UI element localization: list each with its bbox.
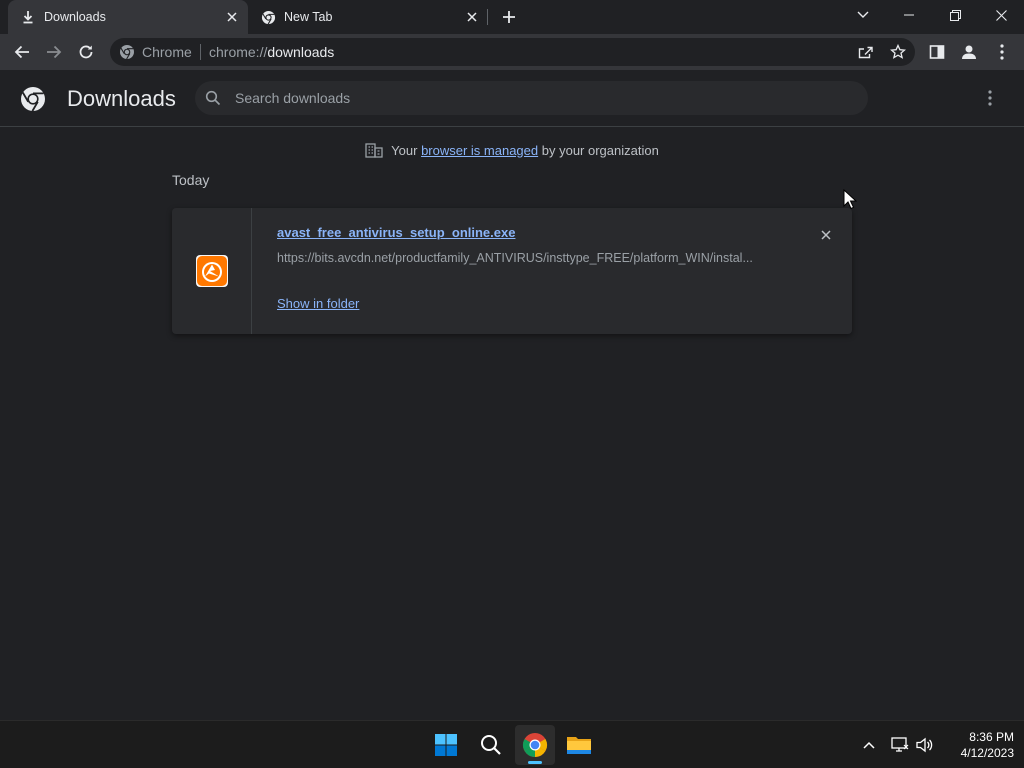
downloads-more-actions-button[interactable] bbox=[980, 88, 1000, 108]
kebab-menu-icon bbox=[988, 90, 992, 106]
managed-notice: Your browser is managed by your organiza… bbox=[0, 140, 1024, 160]
system-clock[interactable]: 8:36 PM 4/12/2023 bbox=[940, 729, 1014, 761]
chevron-down-icon bbox=[857, 11, 869, 18]
show-in-folder-link[interactable]: Show in folder bbox=[277, 296, 359, 311]
arrow-left-icon bbox=[14, 45, 29, 59]
search-icon bbox=[205, 90, 221, 106]
download-icon bbox=[20, 9, 36, 25]
star-icon bbox=[890, 44, 906, 59]
reload-icon bbox=[79, 45, 93, 59]
file-icon-column bbox=[172, 208, 252, 334]
close-tab-icon[interactable] bbox=[224, 9, 240, 25]
new-tab-button[interactable] bbox=[498, 6, 520, 28]
site-chip: Chrome bbox=[142, 44, 192, 60]
volume-button[interactable] bbox=[913, 733, 937, 757]
windows-start-button[interactable] bbox=[426, 725, 466, 765]
taskbar-search-button[interactable] bbox=[471, 725, 511, 765]
file-explorer-icon bbox=[567, 737, 591, 754]
active-app-indicator bbox=[528, 761, 542, 764]
building-icon bbox=[365, 143, 383, 158]
url-text: chrome://downloads bbox=[209, 44, 334, 60]
chrome-menu-button[interactable] bbox=[988, 38, 1016, 66]
restore-icon bbox=[949, 9, 961, 21]
managed-suffix: by your organization bbox=[541, 142, 659, 158]
kebab-menu-icon bbox=[1000, 44, 1004, 60]
taskbar-file-explorer-button[interactable] bbox=[559, 725, 599, 765]
chevron-up-icon bbox=[863, 741, 875, 749]
date-heading: Today bbox=[172, 172, 210, 188]
download-item: avast_free_antivirus_setup_online.exe ht… bbox=[172, 208, 852, 334]
share-icon bbox=[858, 46, 873, 59]
windows-taskbar: 8:36 PM 4/12/2023 bbox=[0, 720, 1024, 768]
close-window-button[interactable] bbox=[978, 0, 1024, 30]
tab-search-button[interactable] bbox=[840, 0, 886, 30]
clock-date: 4/12/2023 bbox=[960, 746, 1014, 760]
share-button[interactable] bbox=[856, 42, 876, 62]
search-box[interactable] bbox=[195, 81, 868, 115]
managed-prefix: Your bbox=[391, 142, 418, 158]
network-status-button[interactable] bbox=[888, 733, 912, 757]
managed-text: Your browser is managed by your organiza… bbox=[391, 143, 659, 158]
tab-strip: Downloads New Tab bbox=[0, 0, 1024, 34]
clock-time: 8:36 PM bbox=[969, 730, 1014, 744]
tab-title: Downloads bbox=[44, 10, 106, 24]
address-bar[interactable]: Chrome chrome://downloads bbox=[110, 38, 915, 66]
remove-from-list-button[interactable] bbox=[816, 225, 836, 245]
url-scheme: chrome:// bbox=[209, 44, 268, 60]
chrome-icon bbox=[260, 9, 276, 25]
close-icon bbox=[821, 230, 831, 240]
side-panel-icon bbox=[929, 45, 945, 59]
tab-new-tab[interactable]: New Tab bbox=[248, 0, 488, 34]
avast-icon bbox=[196, 255, 228, 287]
tab-title: New Tab bbox=[284, 10, 333, 24]
windows-start-icon bbox=[435, 734, 457, 756]
bookmark-button[interactable] bbox=[888, 42, 908, 62]
speaker-icon bbox=[916, 737, 933, 753]
page-title: Downloads bbox=[67, 86, 176, 111]
omnibox-divider bbox=[200, 44, 201, 60]
tab-separator bbox=[487, 9, 488, 25]
taskbar-chrome-button[interactable] bbox=[515, 725, 555, 765]
restore-button[interactable] bbox=[932, 0, 978, 30]
plus-icon bbox=[503, 11, 515, 23]
download-source-url: https://bits.avcdn.net/productfamily_ANT… bbox=[277, 251, 753, 265]
back-button[interactable] bbox=[8, 38, 36, 66]
minimize-icon bbox=[904, 14, 914, 16]
arrow-right-icon bbox=[47, 45, 62, 59]
search-icon bbox=[481, 735, 501, 755]
browser-toolbar: Chrome chrome://downloads bbox=[0, 34, 1024, 70]
close-tab-icon[interactable] bbox=[464, 9, 480, 25]
close-icon bbox=[995, 9, 1007, 21]
chrome-icon bbox=[522, 733, 548, 757]
profile-button[interactable] bbox=[955, 38, 983, 66]
side-panel-button[interactable] bbox=[923, 38, 951, 66]
url-host: downloads bbox=[267, 44, 335, 60]
tab-downloads[interactable]: Downloads bbox=[8, 0, 248, 34]
show-hidden-icons-button[interactable] bbox=[857, 733, 881, 757]
reload-button[interactable] bbox=[72, 38, 100, 66]
managed-link[interactable]: browser is managed bbox=[421, 143, 538, 158]
minimize-button[interactable] bbox=[886, 0, 932, 30]
search-input[interactable] bbox=[235, 87, 835, 109]
chrome-icon bbox=[120, 45, 134, 60]
network-icon bbox=[891, 737, 909, 752]
chrome-logo-icon bbox=[21, 87, 45, 112]
downloads-header: Downloads bbox=[0, 70, 1024, 127]
downloaded-file-link[interactable]: avast_free_antivirus_setup_online.exe bbox=[277, 225, 515, 240]
mouse-cursor-icon bbox=[843, 189, 857, 210]
profile-icon bbox=[962, 45, 976, 59]
forward-button[interactable] bbox=[40, 38, 68, 66]
